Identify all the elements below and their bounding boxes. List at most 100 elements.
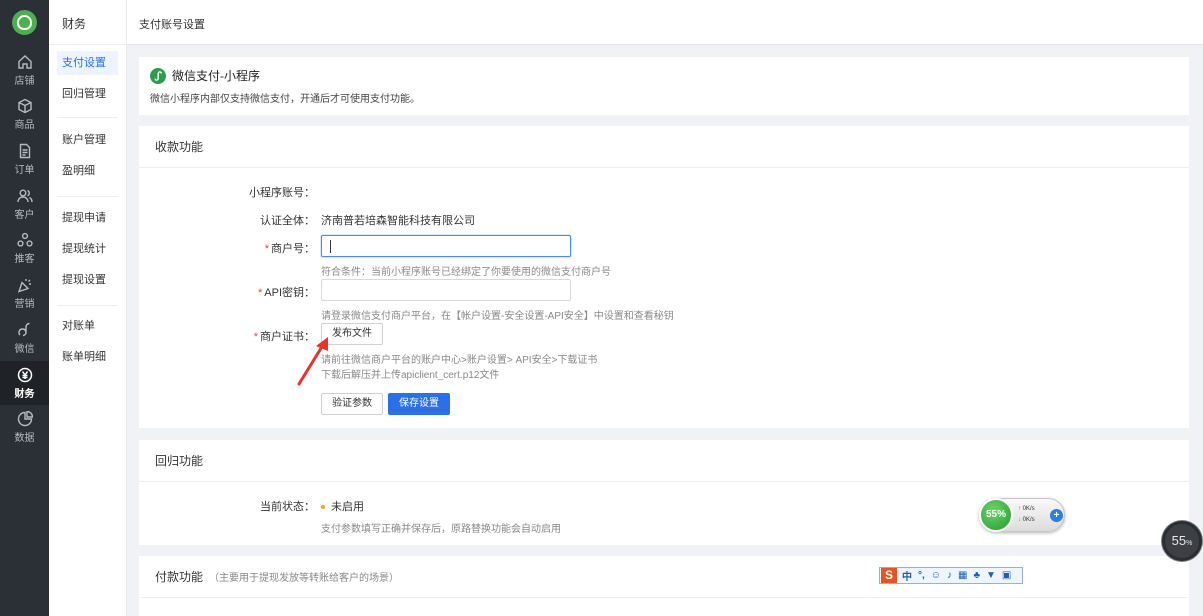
yen-icon	[17, 367, 32, 383]
app-rail: 店铺 商品 订单 客户 推客 营销 微信 财务 数据	[0, 0, 49, 616]
upload-rate: 0K/s	[1022, 506, 1035, 512]
skin-icon[interactable]: ▼	[986, 570, 996, 581]
cert-help-2: 下载后解压并上传apiclient_cert.p12文件	[321, 370, 500, 381]
finance-subnav: 财务 支付设置 回归管理 账户管理 盈明细 提现申请 提现统计 提现设置 对账单…	[49, 0, 127, 616]
mchid-label-text: 商户号：	[271, 243, 315, 255]
divider	[49, 44, 127, 45]
users-icon	[16, 189, 33, 203]
rail-item-marketing[interactable]: 营销	[0, 271, 49, 315]
subnav-item-bill-details[interactable]: 账单明细	[57, 345, 118, 369]
subnav-item-refund-management[interactable]: 回归管理	[57, 82, 118, 106]
status-dot	[321, 505, 325, 510]
subnav-item-withdraw-settings[interactable]: 提现设置	[57, 268, 118, 292]
keyboard-icon[interactable]: ▦	[958, 570, 967, 581]
section-title: 付款功能 （主要用于提现发放等转账给客户的场景）	[139, 556, 1189, 598]
banner-description: 微信小程序内部仅支持微信支付，开通后才可使用支付功能。	[150, 94, 420, 105]
mini-program-icon	[150, 67, 166, 84]
required-mark: *	[257, 287, 263, 299]
subnav-item-statement[interactable]: 对账单	[57, 314, 118, 338]
emoji-icon[interactable]: ☺	[931, 570, 941, 581]
toolbox-icon[interactable]: ▣	[1002, 570, 1011, 581]
section-hint: （主要用于提现发放等转账给客户的场景）	[209, 573, 400, 584]
pie-chart-icon	[17, 411, 33, 427]
subnav-item-account-management[interactable]: 账户管理	[57, 128, 118, 152]
ring-percent: 55	[1171, 533, 1187, 548]
ime-toolbar[interactable]: S 中 °, ☺ ♪ ▦ ♣ ▼ ▣	[879, 567, 1023, 584]
rail-item-store[interactable]: 店铺	[0, 48, 49, 92]
download-arrow-icon: ↓	[1018, 517, 1021, 523]
home-icon	[17, 55, 32, 69]
divider	[57, 305, 118, 306]
user-icon[interactable]: ♣	[973, 570, 980, 581]
rail-label: 商品	[14, 120, 35, 131]
banner-title: 微信支付-小程序	[172, 69, 260, 83]
rail-label: 客户	[14, 210, 35, 221]
rail-label: 营销	[14, 299, 35, 310]
app-logo-icon[interactable]	[12, 10, 37, 35]
divider	[57, 117, 118, 118]
ring-unit: %	[1186, 540, 1193, 547]
section-title: 收款功能	[139, 126, 1189, 168]
verify-params-button[interactable]: 验证参数	[321, 393, 383, 415]
ime-language[interactable]: 中	[902, 568, 912, 583]
refund-help: 支付参数填写正确并保存后，原路替换功能会自动启用	[321, 524, 561, 535]
subnav-item-profit-details[interactable]: 盈明细	[57, 159, 118, 183]
mchid-help: 符合条件：当前小程序账号已经绑定了你要使用的微信支付商户号	[321, 267, 611, 278]
mchid-label: * 商户号：	[139, 240, 315, 256]
status-value-wrap: 未启用	[321, 498, 364, 514]
page-title: 支付账号设置	[139, 19, 205, 31]
subnav-item-payment-settings[interactable]: 支付设置	[57, 51, 118, 75]
apikey-label-text: API密钥：	[264, 287, 315, 299]
mchid-input[interactable]	[321, 235, 571, 257]
network-speed-widget[interactable]: 55% ↑ 0K/s ↓ 0K/s +	[979, 498, 1065, 532]
rail-item-promoters[interactable]: 推客	[0, 226, 49, 270]
annotation-arrow-icon	[297, 337, 328, 386]
rail-label: 微信	[14, 344, 35, 355]
performance-ring-widget[interactable]: 55%	[1162, 521, 1202, 561]
subnav-item-withdraw-requests[interactable]: 提现申请	[57, 206, 118, 230]
entity-label: 认证全体：	[260, 215, 315, 227]
rail-item-data[interactable]: 数据	[0, 405, 49, 449]
status-label: 当前状态：	[260, 501, 315, 513]
cert-help-1: 请前往微信商户平台的账户中心>账户设置> API安全>下载证书	[321, 355, 598, 366]
required-mark: *	[264, 243, 269, 255]
rail-item-orders[interactable]: 订单	[0, 137, 49, 181]
document-icon	[19, 143, 30, 159]
required-mark: *	[253, 331, 258, 343]
entity-value: 济南普若培森智能科技有限公司	[321, 215, 475, 227]
rail-label: 财务	[14, 389, 35, 400]
share-icon	[16, 232, 33, 247]
save-settings-button[interactable]: 保存设置	[388, 393, 450, 415]
sogou-logo-icon[interactable]: S	[881, 568, 897, 583]
rail-item-wechat[interactable]: 微信	[0, 316, 49, 360]
rail-label: 数据	[14, 433, 35, 444]
subnav-title: 财务	[62, 17, 87, 31]
text-caret	[330, 240, 331, 253]
rail-item-customers[interactable]: 客户	[0, 182, 49, 226]
subnav-item-withdraw-stats[interactable]: 提现统计	[57, 237, 118, 261]
punctuation-icon[interactable]: °,	[918, 570, 925, 581]
rail-label: 店铺	[14, 76, 35, 87]
apikey-help: 请登录微信支付商户平台，在【帐户设置-安全设置-API安全】中设置和查看秘钥	[321, 311, 674, 322]
pay-section: 付款功能 （主要用于提现发放等转账给客户的场景）	[139, 556, 1189, 616]
microphone-icon[interactable]: ♪	[947, 570, 952, 581]
download-rate: 0K/s	[1022, 517, 1035, 523]
upload-arrow-icon: ↑	[1018, 506, 1021, 512]
page-header: 支付账号设置	[127, 0, 1203, 45]
rail-label: 推客	[14, 254, 35, 265]
apikey-input[interactable]	[321, 279, 571, 301]
box-icon	[17, 98, 32, 114]
boost-plus-icon[interactable]: +	[1050, 509, 1063, 522]
rail-item-finance[interactable]: 财务	[0, 361, 49, 405]
cert-label: * 商户证书：	[139, 328, 315, 344]
apikey-label: * API密钥：	[139, 284, 315, 300]
rail-item-goods[interactable]: 商品	[0, 92, 49, 136]
party-icon	[17, 279, 31, 293]
rail-label: 订单	[14, 165, 35, 176]
speed-percent: 55%	[979, 498, 1013, 532]
appid-label: 小程序账号：	[249, 187, 315, 199]
wechat-pay-banner: 微信支付-小程序 微信小程序内部仅支持微信支付，开通后才可使用支付功能。	[139, 57, 1189, 115]
section-title: 回归功能	[139, 440, 1189, 482]
divider	[57, 196, 118, 197]
section-title-text: 付款功能	[155, 570, 204, 584]
